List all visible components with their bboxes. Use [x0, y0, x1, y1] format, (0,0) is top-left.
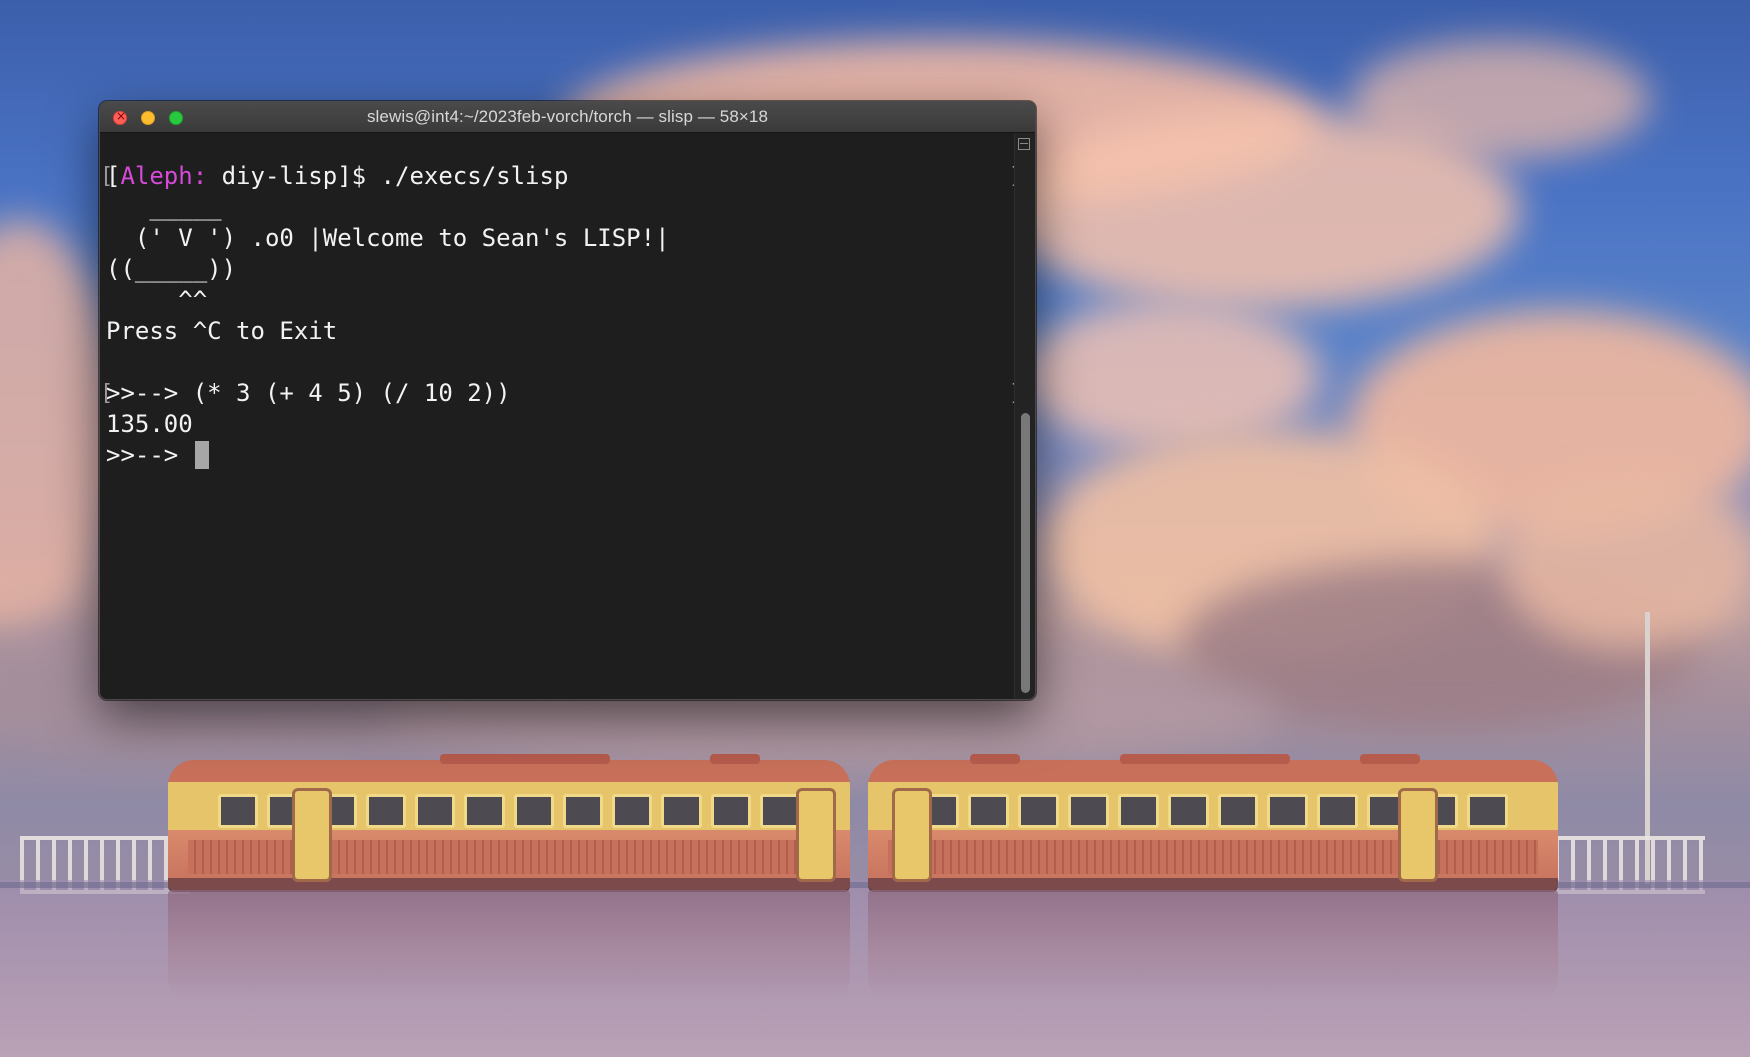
- minimize-icon[interactable]: [141, 111, 155, 125]
- train-car-front: [168, 760, 850, 890]
- close-icon[interactable]: [113, 109, 127, 125]
- text-cursor: [194, 441, 209, 469]
- repl-result: 135.00: [106, 410, 193, 438]
- ascii-art-line-4: ^^: [106, 286, 208, 314]
- repl-current-line[interactable]: >>-->: [106, 440, 1015, 471]
- window-title: slewis@int4:~/2023feb-vorch/torch — slis…: [366, 107, 769, 126]
- shell-prompt-line: [[Aleph: diy-lisp]$ ./execs/slisp]: [100, 161, 1022, 192]
- ascii-art-line-3: ((_____)): [106, 255, 237, 283]
- terminal-content[interactable]: [[Aleph: diy-lisp]$ ./execs/slisp] _____…: [100, 133, 1022, 699]
- prompt-host: Aleph:: [120, 162, 208, 190]
- train-car-rear: [868, 760, 1558, 890]
- exit-hint: Press ^C to Exit: [106, 317, 338, 345]
- split-pane-icon[interactable]: [1018, 138, 1030, 150]
- window-titlebar[interactable]: slewis@int4:~/2023feb-vorch/torch — slis…: [100, 102, 1035, 133]
- ascii-art-line-2: (' V ') .o0 |Welcome to Sean's LISP!|: [106, 224, 670, 252]
- terminal-window[interactable]: slewis@int4:~/2023feb-vorch/torch — slis…: [99, 101, 1036, 700]
- window-controls: [113, 109, 183, 125]
- repl-prompt: >>-->: [106, 441, 193, 469]
- mark-left-icon: [: [100, 381, 114, 406]
- repl-input-line: [>>--> (* 3 (+ 4 5) (/ 10 2))]: [100, 378, 1022, 409]
- scrollbar-thumb[interactable]: [1021, 413, 1030, 693]
- mark-left-icon: [: [100, 164, 114, 189]
- prompt-command: diy-lisp]$ ./execs/slisp: [207, 162, 569, 190]
- ascii-art-line-1: _____: [106, 193, 222, 221]
- repl-input: >>--> (* 3 (+ 4 5) (/ 10 2)): [106, 379, 511, 407]
- scrollbar[interactable]: [1014, 133, 1035, 699]
- maximize-icon[interactable]: [169, 111, 183, 125]
